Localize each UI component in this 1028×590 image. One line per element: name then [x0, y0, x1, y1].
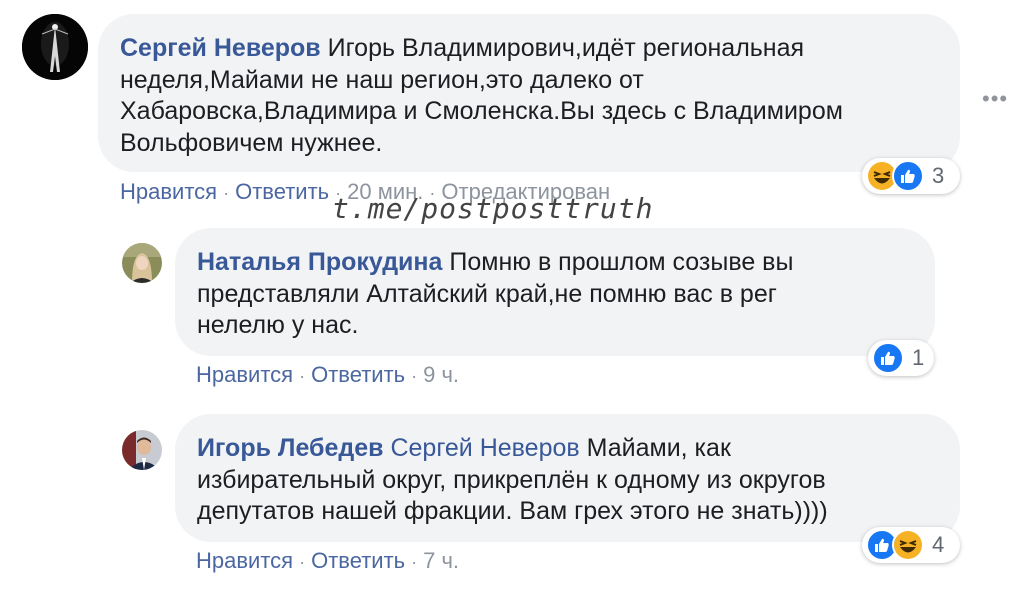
- comment-bubble: Сергей Неверов Игорь Владимирович,идёт р…: [98, 14, 960, 172]
- comment-text-line: Майами, как: [586, 434, 731, 462]
- separator-dot: ·: [411, 552, 418, 572]
- separator-dot: ·: [223, 183, 230, 203]
- comment-timestamp[interactable]: 9 ч.: [423, 362, 459, 387]
- reactions-summary[interactable]: 1: [868, 340, 934, 376]
- comment-actions: Нравится · Ответить · 7 ч.: [196, 548, 459, 574]
- like-icon: [872, 342, 904, 374]
- comment-text-line: нелелю у нас.: [197, 311, 359, 339]
- reactions-summary[interactable]: 4: [862, 527, 960, 563]
- separator-dot: ·: [411, 366, 418, 386]
- avatar[interactable]: [122, 243, 162, 283]
- watermark: t.me/postposttruth: [332, 192, 654, 225]
- comment-body: Игорь Лебедев Сергей Неверов Майами, как…: [197, 433, 938, 528]
- haha-icon: [892, 529, 924, 561]
- avatar-photo-icon: [22, 14, 88, 80]
- like-link[interactable]: Нравится: [196, 548, 293, 573]
- separator-dot: ·: [299, 366, 306, 386]
- comment-text-line: избирательный округ, прикреплён к одному…: [197, 465, 826, 494]
- reaction-count: 4: [932, 532, 945, 557]
- avatar[interactable]: [122, 430, 162, 470]
- comment-body: Сергей Неверов Игорь Владимирович,идёт р…: [120, 33, 938, 159]
- comment-author[interactable]: Наталья Прокудина: [197, 248, 442, 276]
- mention-link[interactable]: Сергей Неверов: [390, 434, 579, 462]
- more-options-icon[interactable]: •••: [982, 86, 1008, 112]
- avatar[interactable]: [22, 14, 88, 80]
- comment-text-line: Хабаровска,Владимира и Смоленска.Вы здес…: [120, 97, 843, 125]
- like-link[interactable]: Нравится: [120, 179, 217, 204]
- reaction-count: 1: [912, 345, 925, 370]
- comment-text-line: Игорь Владимирович,идёт региональная: [327, 34, 805, 62]
- comment-timestamp[interactable]: 7 ч.: [423, 548, 459, 573]
- comment-author[interactable]: Сергей Неверов: [120, 34, 321, 62]
- reply-link[interactable]: Ответить: [235, 179, 329, 204]
- separator-dot: ·: [299, 552, 306, 572]
- reply-link[interactable]: Ответить: [311, 362, 405, 387]
- like-icon: [892, 160, 924, 192]
- comment-body: Наталья Прокудина Помню в прошлом созыве…: [197, 247, 913, 342]
- comment-bubble: Наталья Прокудина Помню в прошлом созыве…: [175, 228, 935, 356]
- reactions-summary[interactable]: 3: [862, 158, 960, 194]
- avatar-photo-icon: [122, 430, 162, 470]
- comment-bubble: Игорь Лебедев Сергей Неверов Майами, как…: [175, 414, 960, 542]
- comment-text-line: представляли Алтайский край,не помню вас…: [197, 279, 777, 308]
- comment-author[interactable]: Игорь Лебедев: [197, 434, 384, 462]
- reaction-count: 3: [932, 163, 945, 188]
- comment-text-line: неделя,Майами не наш регион,это далеко о…: [120, 65, 644, 94]
- comment-text-line: Вольфовичем нужнее.: [120, 128, 383, 157]
- avatar-photo-icon: [122, 243, 162, 283]
- comment-text-line: депутатов нашей фракции. Вам грех этого …: [197, 497, 828, 525]
- comment-text-line: Помню в прошлом созыве вы: [449, 248, 794, 276]
- like-link[interactable]: Нравится: [196, 362, 293, 387]
- comment-actions: Нравится · Ответить · 9 ч.: [196, 362, 459, 388]
- reply-link[interactable]: Ответить: [311, 548, 405, 573]
